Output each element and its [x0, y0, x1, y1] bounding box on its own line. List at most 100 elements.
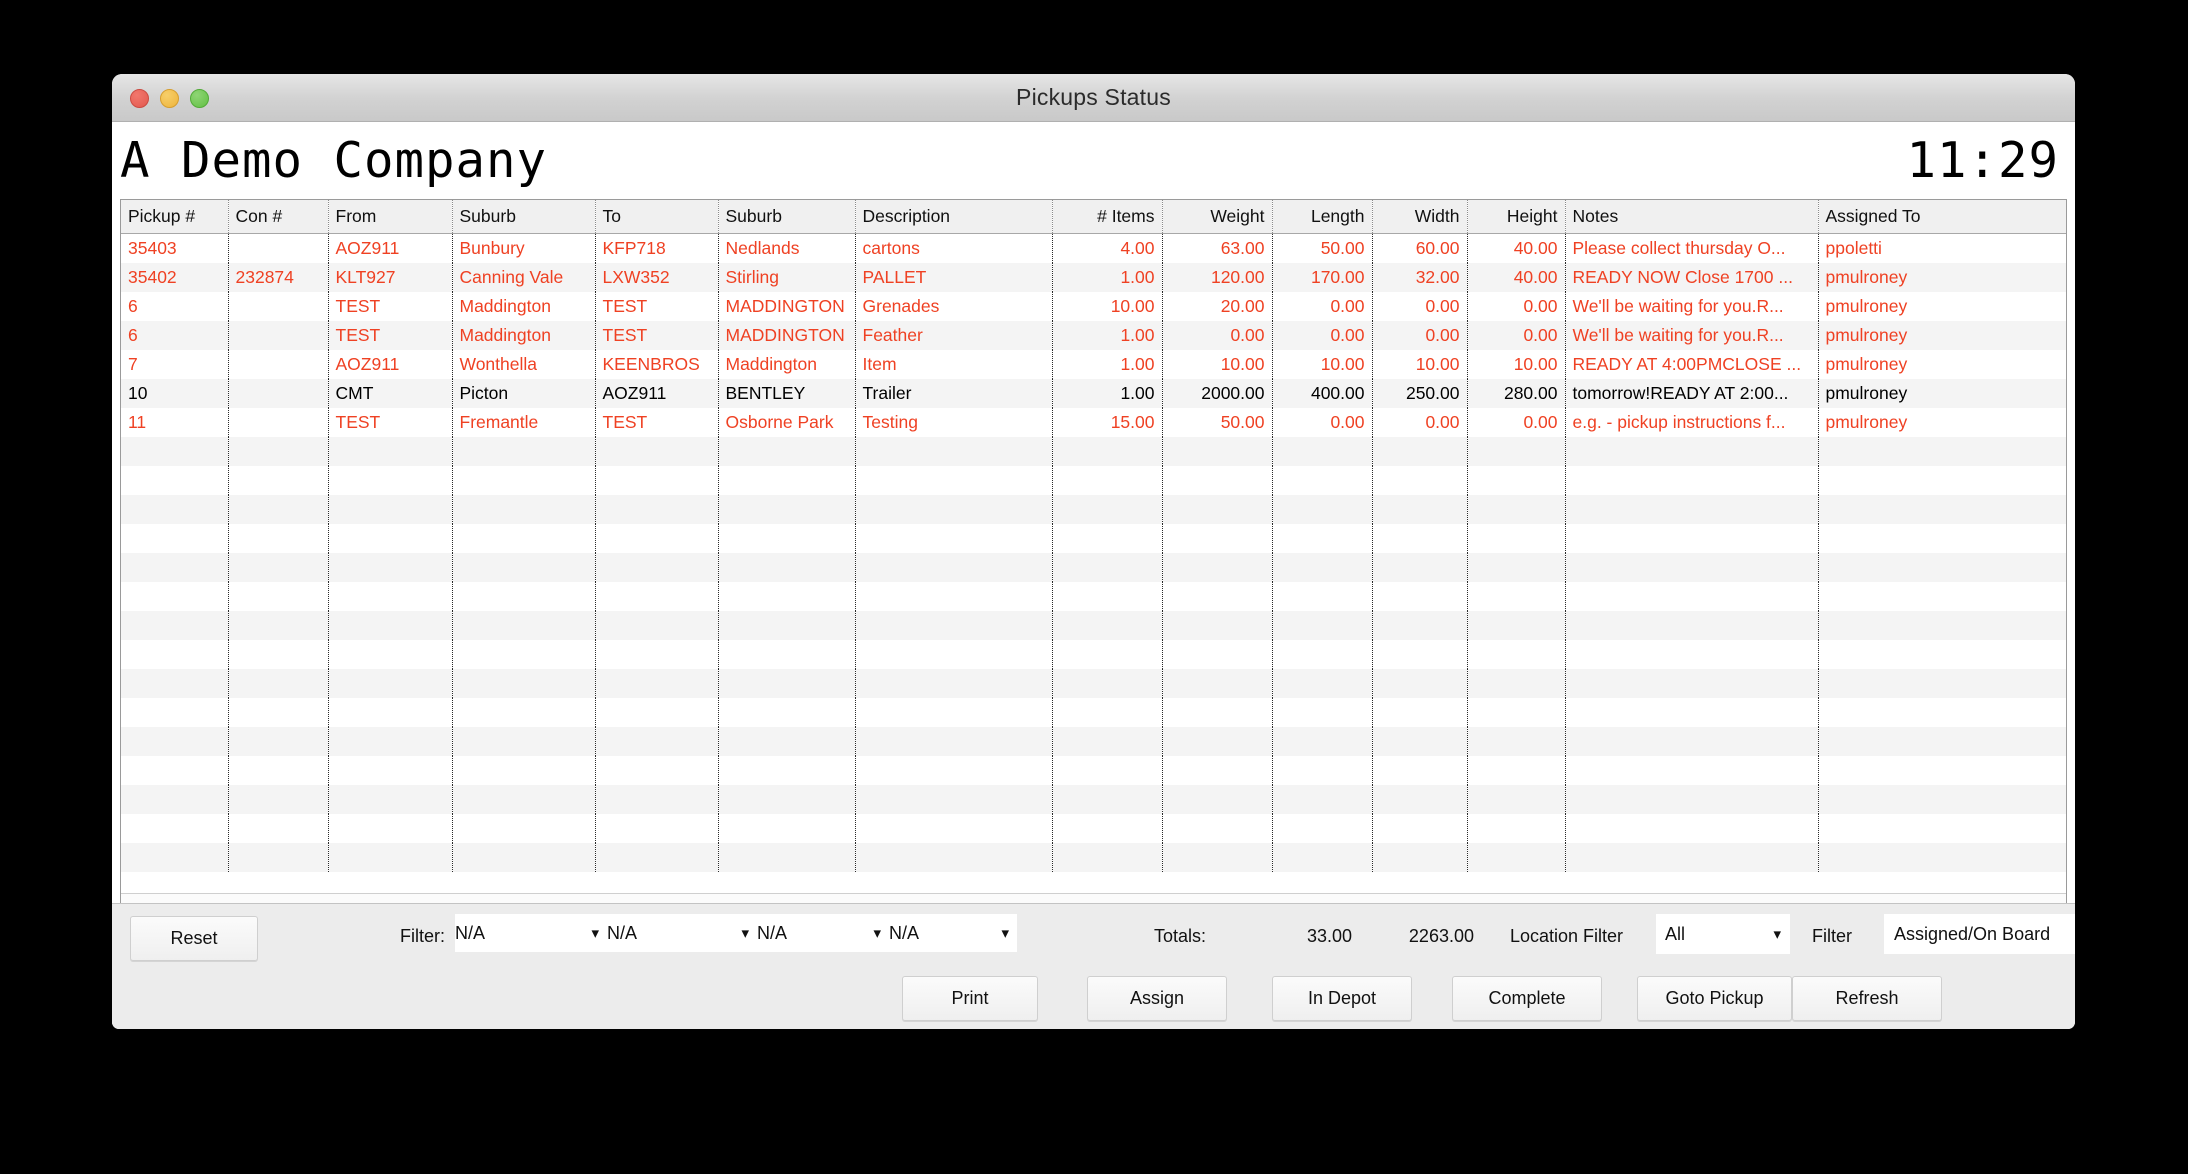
cell-empty	[855, 697, 1053, 727]
table-row[interactable]: 11 TEST Fremantle TEST Osborne Park Testing 15…	[121, 407, 2066, 437]
cell-empty	[228, 639, 329, 669]
table-row[interactable]: 6 TEST Maddington TEST MADDINGTON Grenades 10.…	[121, 291, 2066, 321]
column-header-assigned-to[interactable]: Assigned To	[1818, 200, 2066, 234]
table-empty-row[interactable]	[121, 697, 2066, 727]
column-header-to[interactable]: To	[595, 200, 719, 234]
table-row[interactable]: 6 TEST Maddington TEST MADDINGTON Feather 1.00…	[121, 320, 2066, 350]
filter-dropdown-group[interactable]: N/A ▾ N/A ▾ N/A ▾ N/A ▾	[455, 914, 1017, 952]
cell-empty	[328, 784, 453, 814]
cell-items: 1.00	[1052, 262, 1163, 292]
cell-empty	[1372, 581, 1468, 611]
in-depot-button[interactable]: In Depot	[1272, 976, 1412, 1021]
table-empty-row[interactable]	[121, 610, 2066, 640]
cell-empty	[1162, 581, 1273, 611]
table-body[interactable]: 35403 AOZ911 Bunbury KFP718 Nedlands cartons 4…	[121, 233, 2066, 872]
cell-empty	[1467, 813, 1566, 843]
cell-empty	[1272, 755, 1373, 785]
column-header-from[interactable]: From	[328, 200, 453, 234]
cell-empty	[452, 436, 596, 466]
column-header-description[interactable]: Description	[855, 200, 1053, 234]
table-empty-row[interactable]	[121, 552, 2066, 582]
cell-empty	[595, 465, 719, 495]
table-empty-row[interactable]	[121, 726, 2066, 756]
cell-empty	[1467, 842, 1566, 872]
cell-assigned-to: pmulroney	[1818, 262, 2066, 292]
cell-description: Grenades	[855, 291, 1053, 321]
cell-empty	[1818, 784, 2066, 814]
location-filter-select[interactable]: All ▾	[1656, 914, 1790, 954]
table-row[interactable]: 35403 AOZ911 Bunbury KFP718 Nedlands cartons 4…	[121, 233, 2066, 263]
cell-empty	[328, 610, 453, 640]
reset-button[interactable]: Reset	[130, 916, 258, 961]
cell-empty	[1272, 552, 1373, 582]
column-header-suburb[interactable]: Suburb	[718, 200, 856, 234]
close-window-button[interactable]	[130, 88, 149, 108]
minimize-window-button[interactable]	[160, 88, 179, 108]
cell-empty	[1272, 784, 1373, 814]
cell-suburb: Fremantle	[452, 407, 596, 437]
assignment-filter-select[interactable]: Assigned/On Board ▾	[1884, 914, 2075, 954]
column-header-weight[interactable]: Weight	[1162, 200, 1273, 234]
cell-pickup: 11	[121, 407, 229, 437]
table-empty-row[interactable]	[121, 784, 2066, 814]
chevron-down-icon: ▾	[741, 925, 749, 942]
cell-empty	[1052, 436, 1163, 466]
cell-empty	[328, 842, 453, 872]
table-empty-row[interactable]	[121, 494, 2066, 524]
refresh-button[interactable]: Refresh	[1792, 976, 1942, 1021]
column-header-length[interactable]: Length	[1272, 200, 1373, 234]
cell-empty	[595, 523, 719, 553]
table-empty-row[interactable]	[121, 436, 2066, 466]
app-header: A Demo Company 11:29	[112, 122, 2075, 199]
cell-empty	[718, 581, 856, 611]
table-empty-row[interactable]	[121, 668, 2066, 698]
table-empty-row[interactable]	[121, 813, 2066, 843]
table-empty-row[interactable]	[121, 842, 2066, 872]
horizontal-scrollbar[interactable]	[121, 893, 2066, 903]
cell-empty	[595, 552, 719, 582]
print-button[interactable]: Print	[902, 976, 1038, 1021]
zoom-window-button[interactable]	[190, 88, 209, 108]
cell-empty	[1818, 697, 2066, 727]
filter-select-2[interactable]: N/A ▾	[607, 914, 757, 952]
pickups-table-container[interactable]: Pickup # Con # From Suburb To Suburb Descripti…	[120, 199, 2067, 903]
cell-empty	[1565, 755, 1819, 785]
cell-empty	[1052, 639, 1163, 669]
assign-button[interactable]: Assign	[1087, 976, 1227, 1021]
goto-pickup-button[interactable]: Goto Pickup	[1637, 976, 1792, 1021]
cell-empty	[1162, 523, 1273, 553]
filter-select-3-value: N/A	[757, 922, 788, 943]
column-header-suburb[interactable]: Suburb	[452, 200, 596, 234]
table-empty-row[interactable]	[121, 465, 2066, 495]
table-empty-row[interactable]	[121, 523, 2066, 553]
cell-empty	[1565, 581, 1819, 611]
cell-empty	[1565, 697, 1819, 727]
cell-empty	[1272, 494, 1373, 524]
filter-select-1[interactable]: N/A ▾	[455, 914, 607, 952]
column-header-con[interactable]: Con #	[228, 200, 329, 234]
cell-assigned-to: pmulroney	[1818, 291, 2066, 321]
cell-empty	[718, 610, 856, 640]
cell-empty	[228, 552, 329, 582]
column-header-width[interactable]: Width	[1372, 200, 1468, 234]
table-empty-row[interactable]	[121, 755, 2066, 785]
cell-weight: 0.00	[1162, 320, 1273, 350]
cell-con: 232874	[228, 262, 329, 292]
column-header-notes[interactable]: Notes	[1565, 200, 1819, 234]
table-empty-row[interactable]	[121, 581, 2066, 611]
cell-empty	[718, 639, 856, 669]
cell-weight: 2000.00	[1162, 378, 1273, 408]
cell-assigned-to: pmulroney	[1818, 320, 2066, 350]
column-header-pickup[interactable]: Pickup #	[121, 200, 229, 234]
table-row[interactable]: 7 AOZ911 Wonthella KEENBROS Maddington Item 1.…	[121, 349, 2066, 379]
filter-select-3[interactable]: N/A ▾	[757, 914, 889, 952]
cell-empty	[1272, 697, 1373, 727]
column-header-items[interactable]: # Items	[1052, 200, 1163, 234]
table-row[interactable]: 10 CMT Picton AOZ911 BENTLEY Trailer 1.00 2000.…	[121, 378, 2066, 408]
cell-notes: tomorrow!READY AT 2:00...	[1565, 378, 1819, 408]
table-empty-row[interactable]	[121, 639, 2066, 669]
column-header-height[interactable]: Height	[1467, 200, 1566, 234]
complete-button[interactable]: Complete	[1452, 976, 1602, 1021]
table-row[interactable]: 35402 232874 KLT927 Canning Vale LXW352 Stirl…	[121, 262, 2066, 292]
filter-select-4[interactable]: N/A ▾	[889, 914, 1017, 952]
